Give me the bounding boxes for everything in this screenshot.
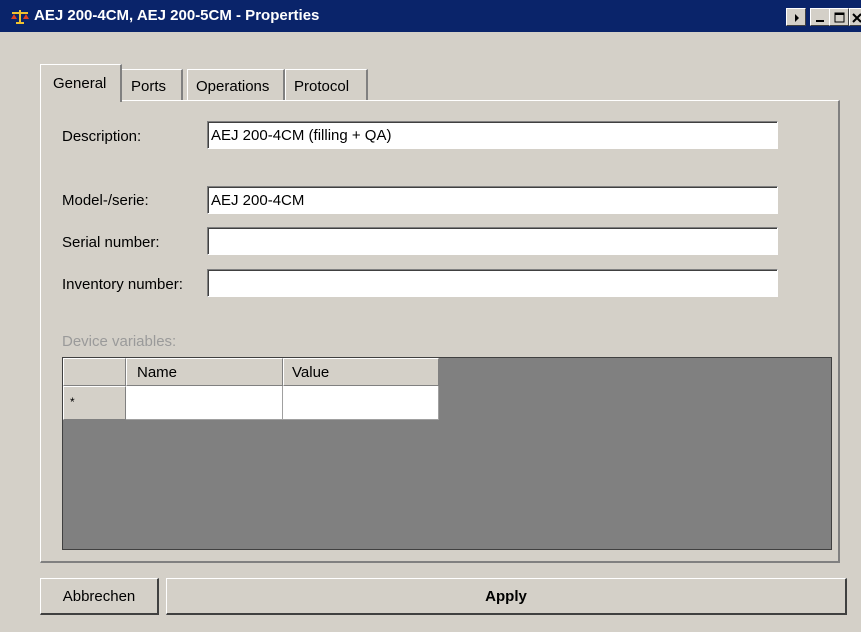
title-bar: AEJ 200-4CM, AEJ 200-5CM - Properties	[0, 0, 861, 32]
minimize-icon	[816, 20, 824, 22]
serial-number-label: Serial number:	[62, 234, 160, 251]
inventory-number-input[interactable]	[207, 269, 778, 297]
model-input[interactable]	[207, 186, 778, 214]
serial-number-input[interactable]	[207, 227, 778, 255]
new-row-marker: *	[70, 395, 75, 409]
tab-general[interactable]: General	[40, 64, 122, 102]
inventory-number-label: Inventory number:	[62, 276, 183, 293]
new-row-name-cell[interactable]	[126, 386, 283, 420]
model-label: Model-/serie:	[62, 192, 149, 209]
device-variables-label: Device variables:	[62, 333, 177, 350]
apply-button[interactable]: Apply	[166, 578, 847, 615]
description-input[interactable]	[207, 121, 778, 149]
right-arrow-icon	[795, 14, 799, 22]
window-title: AEJ 200-4CM, AEJ 200-5CM - Properties	[34, 7, 320, 24]
tab-label: Protocol	[294, 78, 350, 95]
new-row-value-cell[interactable]	[283, 386, 439, 420]
tab-label: Operations	[196, 78, 270, 95]
minimize-button[interactable]	[810, 8, 830, 26]
tab-ports[interactable]: Ports	[121, 69, 183, 101]
cancel-button[interactable]: Abbrechen	[40, 578, 159, 615]
maximize-button[interactable]	[829, 8, 849, 26]
column-header-name[interactable]: Name	[126, 358, 283, 386]
tab-label: Ports	[131, 78, 167, 95]
column-header-value[interactable]: Value	[283, 358, 439, 386]
grid-corner-header	[63, 358, 126, 386]
help-arrow-button[interactable]	[786, 8, 806, 26]
new-row-header[interactable]: *	[63, 386, 126, 420]
close-icon	[852, 13, 861, 23]
description-label: Description:	[62, 128, 142, 145]
tab-protocol[interactable]: Protocol	[285, 69, 368, 101]
maximize-icon	[834, 12, 845, 23]
device-variables-grid[interactable]: Name Value *	[62, 357, 832, 550]
close-button[interactable]	[849, 8, 861, 26]
tab-operations[interactable]: Operations	[187, 69, 285, 101]
tab-label: General	[53, 75, 107, 92]
scale-icon	[10, 9, 30, 25]
